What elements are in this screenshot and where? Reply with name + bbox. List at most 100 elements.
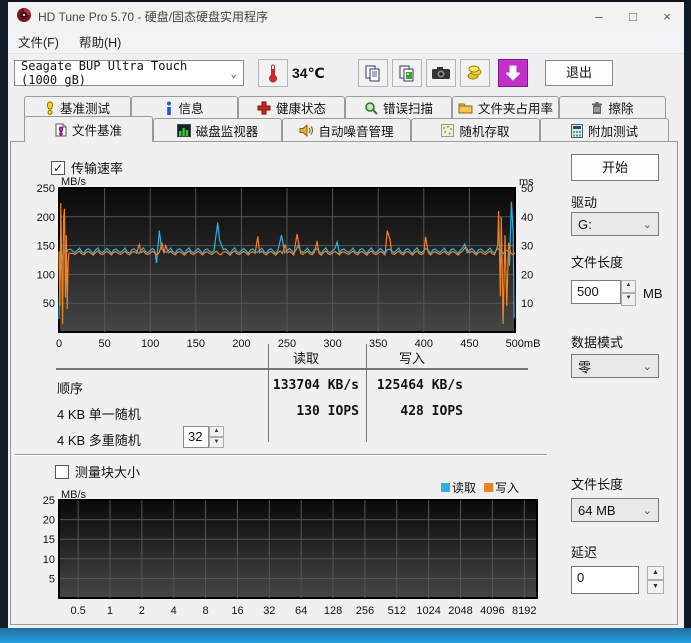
seq-read-value: 133704 KB/s <box>249 378 359 393</box>
window-bottom-border <box>0 628 691 643</box>
col-header-write: 写入 <box>399 348 425 367</box>
chevron-down-icon: ⌄ <box>643 360 658 373</box>
drive-label: 驱动 <box>571 192 597 211</box>
download-arrow-icon <box>506 65 520 81</box>
svg-text:10: 10 <box>521 298 533 310</box>
tab-disk-monitor[interactable]: 磁盘监视器 <box>153 118 282 142</box>
block-size-checkbox[interactable]: 测量块大小 <box>55 462 140 481</box>
tab-folder-usage[interactable]: 文件夹占用率 <box>452 96 559 118</box>
svg-text:40: 40 <box>521 212 533 224</box>
minimize-button[interactable]: – <box>582 2 616 30</box>
svg-text:16: 16 <box>231 605 243 617</box>
tab-extra-tests[interactable]: 附加测试 <box>540 118 669 142</box>
copy-icon <box>364 64 382 82</box>
transfer-rate-chart: 25020015010050MB/sms50403020100501001502… <box>29 176 545 354</box>
tab-health[interactable]: 健康状态 <box>238 96 345 118</box>
tab-erase[interactable]: 擦除 <box>559 96 666 118</box>
transfer-rate-checkbox[interactable]: ✓ 传输速率 <box>51 158 123 177</box>
tab-benchmark[interactable]: 基准测试 <box>24 96 131 118</box>
delay-stepper: ▲ ▼ <box>647 566 664 594</box>
delay-value[interactable]: 0 <box>571 566 639 594</box>
exclamation-icon <box>45 101 55 115</box>
maximize-button[interactable]: □ <box>616 2 650 30</box>
folder-icon <box>458 101 473 114</box>
start-button[interactable]: 开始 <box>571 154 659 181</box>
window-title: HD Tune Pro 5.70 - 硬盘/固态硬盘实用程序 <box>38 8 582 25</box>
chevron-down-icon: ⌄ <box>230 67 243 80</box>
svg-text:20: 20 <box>521 269 533 281</box>
svg-text:30: 30 <box>521 241 533 253</box>
tab-random-access[interactable]: 随机存取 <box>411 118 540 142</box>
tab-file-benchmark[interactable]: 文件基准 <box>24 116 153 142</box>
file-length-unit: MB <box>643 286 663 301</box>
coins-icon <box>466 64 484 82</box>
stepper-up-icon[interactable]: ▲ <box>209 426 224 437</box>
delay-input[interactable]: 0 <box>571 566 639 594</box>
drive-select[interactable]: Seagate BUP Ultra Touch (1000 gB) ⌄ <box>14 60 244 86</box>
svg-text:MB/s: MB/s <box>61 490 87 501</box>
svg-text:25: 25 <box>43 495 55 507</box>
svg-text:100: 100 <box>37 269 55 281</box>
data-mode-select[interactable]: 零 ⌄ <box>571 354 659 378</box>
copy-image-icon <box>398 64 416 82</box>
tab-error-scan[interactable]: 错误扫描 <box>345 96 452 118</box>
delay-label: 延迟 <box>571 542 597 561</box>
health-cross-icon <box>257 101 271 115</box>
svg-text:8192: 8192 <box>512 605 536 617</box>
drive-select-value: Seagate BUP Ultra Touch (1000 gB) <box>21 59 230 87</box>
screenshot-button[interactable] <box>426 59 456 87</box>
file-length-value[interactable]: 500 <box>571 280 621 304</box>
svg-text:64: 64 <box>295 605 307 617</box>
temperature-value: 34℃ <box>292 65 325 82</box>
svg-text:1: 1 <box>107 605 113 617</box>
bar-chart-icon <box>177 124 191 137</box>
svg-text:8: 8 <box>203 605 209 617</box>
svg-text:32: 32 <box>263 605 275 617</box>
copy-text-button[interactable] <box>358 59 388 87</box>
svg-text:2048: 2048 <box>448 605 472 617</box>
4k-single-write-value: 428 IOPS <box>353 404 463 419</box>
chevron-down-icon: ⌄ <box>643 504 658 517</box>
info-icon <box>165 101 173 115</box>
close-button[interactable]: × <box>650 2 684 30</box>
svg-text:20: 20 <box>43 515 55 527</box>
file-benchmark-icon <box>55 123 67 137</box>
exit-button[interactable]: 退出 <box>545 60 613 86</box>
tab-aam[interactable]: 自动噪音管理 <box>282 118 411 142</box>
stepper-down-icon[interactable]: ▼ <box>621 293 636 306</box>
queue-depth-stepper[interactable]: 32 ▲ ▼ <box>183 426 224 448</box>
stepper-down-icon[interactable]: ▼ <box>647 580 664 594</box>
svg-text:4096: 4096 <box>480 605 504 617</box>
svg-text:2: 2 <box>139 605 145 617</box>
svg-text:MB/s: MB/s <box>61 176 87 188</box>
stepper-up-icon[interactable]: ▲ <box>621 280 636 293</box>
download-update-button[interactable] <box>498 59 528 87</box>
magnifier-icon <box>364 101 378 115</box>
data-mode-label: 数据模式 <box>571 332 623 351</box>
donate-button[interactable] <box>460 59 490 87</box>
row-label-sequential: 顺序 <box>57 378 83 397</box>
copy-image-button[interactable] <box>392 59 422 87</box>
svg-text:10: 10 <box>43 554 55 566</box>
stepper-down-icon[interactable]: ▼ <box>209 437 224 448</box>
svg-text:4: 4 <box>171 605 177 617</box>
svg-text:0.5: 0.5 <box>70 605 85 617</box>
calculator-icon <box>571 124 583 138</box>
target-drive-select[interactable]: G: ⌄ <box>571 212 659 236</box>
block-file-length-select[interactable]: 64 MB ⌄ <box>571 498 659 522</box>
desktop-right-edge <box>684 0 691 643</box>
tab-row-primary: 文件基准 磁盘监视器 自动噪音管理 随机存取 附加测试 <box>24 118 669 142</box>
queue-depth-value[interactable]: 32 <box>183 426 209 448</box>
menu-bar: 文件(F) 帮助(H) <box>8 30 684 54</box>
menu-file[interactable]: 文件(F) <box>8 29 69 54</box>
temperature-button[interactable] <box>258 59 288 87</box>
tab-info[interactable]: 信息 <box>131 96 238 118</box>
chevron-down-icon: ⌄ <box>643 218 658 231</box>
file-length-label: 文件长度 <box>571 252 623 271</box>
file-length-stepper[interactable]: 500 ▲ ▼ <box>571 280 636 306</box>
row-label-4k-multi: 4 KB 多重随机 <box>57 430 141 449</box>
menu-help[interactable]: 帮助(H) <box>69 29 131 54</box>
thermometer-icon <box>267 63 279 83</box>
stepper-up-icon[interactable]: ▲ <box>647 566 664 580</box>
svg-text:250: 250 <box>37 183 55 195</box>
